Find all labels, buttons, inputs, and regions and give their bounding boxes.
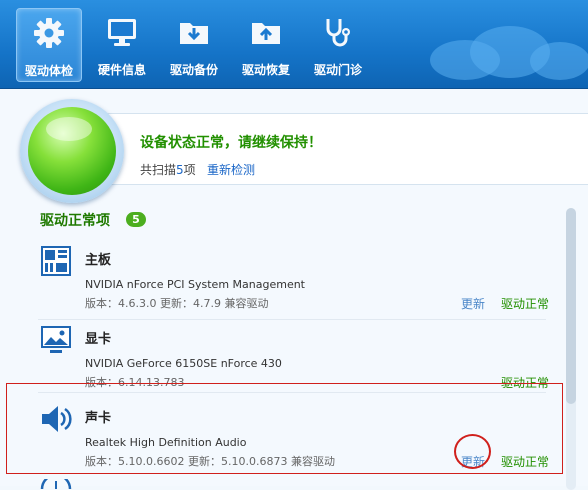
rescan-link[interactable]: 重新检测 <box>207 161 255 178</box>
tab-driver-check[interactable]: 驱动体检 <box>16 8 82 82</box>
driver-version: 版本：4.6.3.0 更新：4.7.9 兼容驱动 <box>85 297 269 310</box>
tab-driver-restore[interactable]: 驱动恢复 <box>234 8 298 80</box>
stethoscope-icon <box>326 19 350 47</box>
driver-item: 主板 NVIDIA nForce PCI System Management 版… <box>0 241 560 319</box>
driver-check-panel: 设备状态正常，请继续保持！ 共扫描5项 重新检测 驱动正常项 5 主板 NVID… <box>0 89 588 490</box>
motherboard-icon <box>41 246 71 276</box>
status-card <box>58 113 588 185</box>
scan-suffix: 项 <box>183 163 196 177</box>
driver-model: NVIDIA GeForce 6150SE nForce 430 <box>85 357 282 370</box>
count-badge: 5 <box>126 212 146 227</box>
driver-category: 主板 <box>85 253 112 268</box>
status-message: 设备状态正常，请继续保持！ <box>140 135 322 151</box>
driver-status: 驱动正常 <box>501 297 550 311</box>
scan-count: 5 <box>176 163 184 177</box>
folder-upload-icon <box>252 23 280 44</box>
display-icon <box>41 326 71 353</box>
tab-driver-clinic[interactable]: 驱动门诊 <box>306 8 370 80</box>
status-ok-orb <box>28 107 116 195</box>
driver-model: NVIDIA nForce PCI System Management <box>85 278 305 291</box>
status-indicator <box>20 99 124 203</box>
tab-hardware-info-label: 硬件信息 <box>97 63 146 77</box>
driver-category: 显卡 <box>85 332 112 347</box>
folder-download-icon <box>180 23 208 44</box>
tab-driver-clinic-label: 驱动门诊 <box>313 63 362 77</box>
tab-driver-check-label: 驱动体检 <box>24 64 73 78</box>
section-title: 驱动正常项 <box>40 213 110 229</box>
monitor-icon <box>108 19 136 46</box>
tab-hardware-info[interactable]: 硬件信息 <box>90 8 154 80</box>
scrollbar[interactable] <box>566 208 576 490</box>
tab-driver-backup[interactable]: 驱动备份 <box>162 8 226 80</box>
scan-prefix: 共扫描 <box>140 163 177 177</box>
tab-driver-restore-label: 驱动恢复 <box>241 63 290 77</box>
scrollbar-thumb[interactable] <box>566 208 576 404</box>
scan-summary: 共扫描5项 <box>140 161 196 178</box>
cloud-decoration <box>530 42 588 80</box>
tab-driver-backup-label: 驱动备份 <box>169 63 218 77</box>
update-link[interactable]: 更新 <box>461 295 485 312</box>
main-toolbar: 驱动体检 硬件信息 驱动备份 驱动恢复 驱动门诊 <box>0 0 588 89</box>
gear-icon <box>34 18 64 48</box>
network-icon <box>40 479 72 489</box>
highlight-circle <box>454 434 491 469</box>
